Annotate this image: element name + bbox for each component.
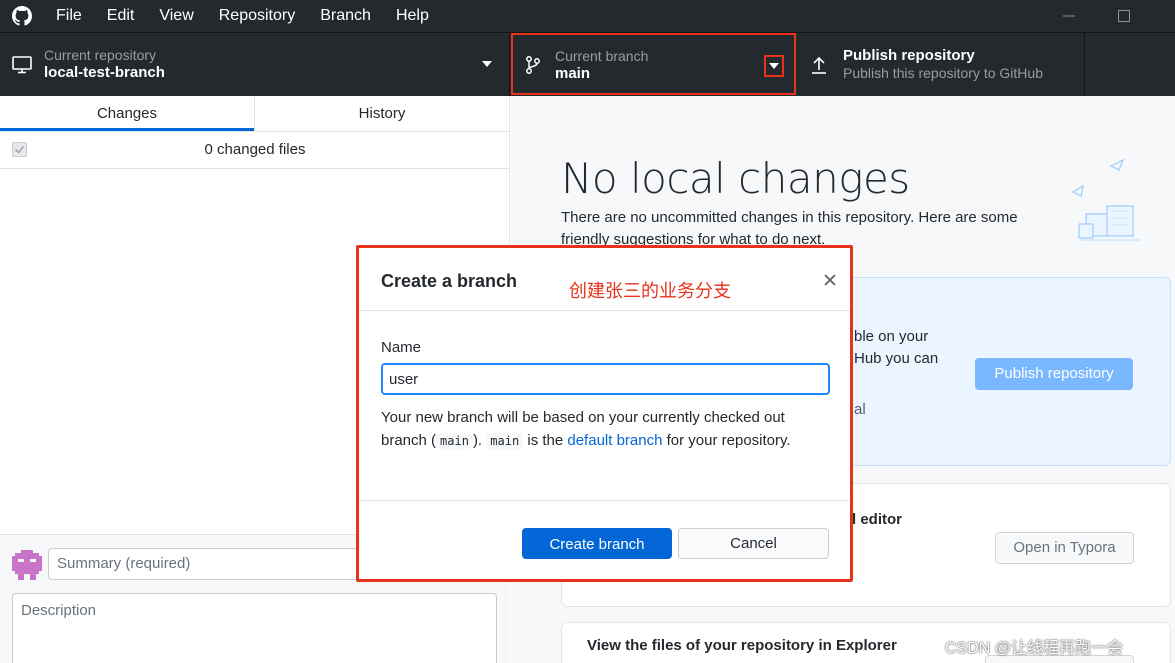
chevron-down-icon <box>769 63 779 69</box>
menu-bar: File Edit View Repository Branch Help <box>0 0 1175 32</box>
dialog-title: Create a branch <box>381 271 518 291</box>
tab-changes[interactable]: Changes <box>0 96 254 131</box>
current-repository-selector[interactable]: Current repository local-test-branch <box>0 33 510 96</box>
show-in-explorer-title: View the files of your repository in Exp… <box>587 637 897 654</box>
info-text-2: ). <box>472 432 487 449</box>
git-branch-icon <box>526 56 540 74</box>
default-branch-code: main <box>486 433 524 449</box>
publish-card-text-1: ble on your <box>854 328 929 345</box>
upload-icon <box>812 56 826 74</box>
menu-edit[interactable]: Edit <box>107 7 135 25</box>
info-text-3: is the <box>523 432 568 449</box>
current-branch-name: main <box>555 65 591 82</box>
dialog-footer: Create branch Cancel <box>359 500 850 579</box>
open-in-typora-button[interactable]: Open in Typora <box>995 532 1134 564</box>
menu-file[interactable]: File <box>56 7 82 25</box>
cancel-button[interactable]: Cancel <box>678 528 829 559</box>
csdn-watermark: CSDN @让线程再跑一会 <box>945 640 1124 657</box>
menu-branch[interactable]: Branch <box>320 7 371 25</box>
current-branch-label: Current branch <box>555 48 649 64</box>
changed-files-header: 0 changed files <box>0 132 509 169</box>
create-branch-button[interactable]: Create branch <box>522 528 672 559</box>
publish-card-text-2: Hub you can <box>854 350 939 367</box>
open-in-editor-title: l editor <box>852 511 903 528</box>
desktop-icon <box>12 56 32 74</box>
page-title: No local changes <box>561 154 910 203</box>
publish-repository-title: Publish repository <box>843 47 975 64</box>
publish-repository-subtitle: Publish this repository to GitHub <box>843 65 1043 81</box>
info-text-4: for your repository. <box>662 432 791 449</box>
description-input[interactable]: Description <box>12 593 497 663</box>
current-repository-label: Current repository <box>44 47 157 63</box>
avatar <box>12 550 42 580</box>
annotation-text: 创建张三的业务分支 <box>569 281 731 302</box>
create-branch-dialog: Create a branch 创建张三的业务分支 Name Your new … <box>356 245 853 582</box>
publish-card-text-3: al <box>854 401 866 418</box>
boxes-illustration-icon <box>1071 158 1141 241</box>
publish-repository-button[interactable]: Publish repository <box>975 358 1133 390</box>
menu-repository[interactable]: Repository <box>219 7 295 25</box>
chevron-down-icon <box>482 61 492 67</box>
minimize-button[interactable] <box>1046 0 1092 32</box>
current-branch-selector[interactable]: Current branch main <box>511 33 796 95</box>
branch-name-input[interactable] <box>381 363 830 395</box>
close-icon[interactable] <box>821 271 839 289</box>
publish-repository-toolbar-button[interactable]: Publish repository Publish this reposito… <box>798 33 1085 96</box>
branch-info-text: Your new branch will be based on your cu… <box>381 406 831 453</box>
default-branch-link[interactable]: default branch <box>567 432 662 449</box>
sidebar-tabs: Changes History <box>0 96 509 132</box>
github-logo-icon <box>0 0 44 32</box>
dialog-header: Create a branch 创建张三的业务分支 <box>359 248 850 311</box>
changed-files-count: 0 changed files <box>204 141 306 158</box>
toolbar: Current repository local-test-branch Cur… <box>0 32 1175 96</box>
menu-help[interactable]: Help <box>396 7 429 25</box>
branch-dropdown-toggle[interactable] <box>764 55 784 77</box>
menu-view[interactable]: View <box>159 7 193 25</box>
current-branch-code: main <box>436 433 473 449</box>
tab-history[interactable]: History <box>254 96 509 131</box>
maximize-button[interactable] <box>1101 0 1147 32</box>
branch-name-label: Name <box>381 339 422 356</box>
current-repository-name: local-test-branch <box>44 64 165 81</box>
